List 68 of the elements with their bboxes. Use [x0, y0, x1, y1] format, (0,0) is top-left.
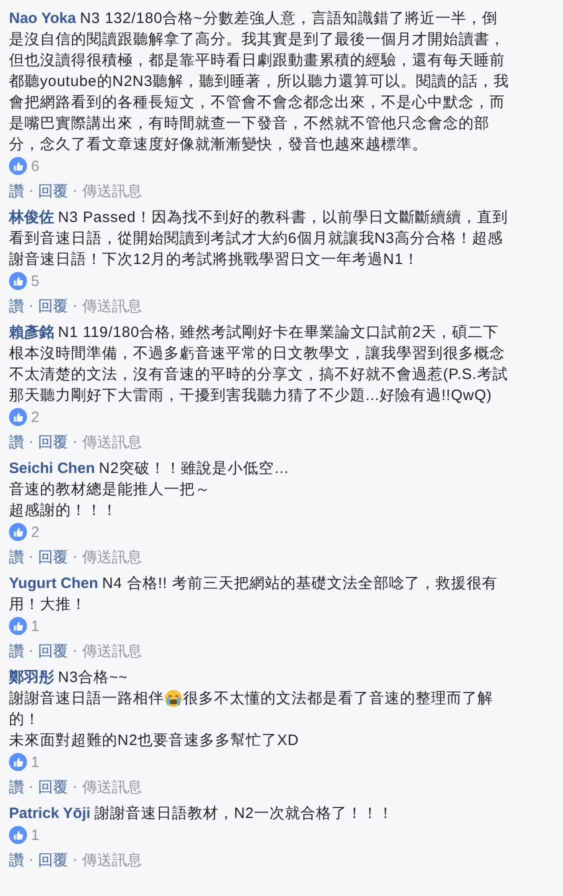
comment-text: 根本沒時間準備，不過多虧音速平常的日文教學文，讓我學習到很多概念: [9, 344, 505, 363]
message-link[interactable]: 傳送訊息: [82, 642, 142, 660]
author-name[interactable]: 鄭羽彤: [9, 668, 54, 687]
action-link[interactable]: 讚: [9, 642, 24, 660]
comment-text: 看到音速日語，從開始閱讀到考試才大約6個月就讓我N3高分合格！超感: [9, 229, 504, 248]
comment-text: N3合格~~: [58, 668, 128, 687]
message-link[interactable]: 傳送訊息: [82, 548, 142, 566]
comment-text: 會把網路看到的各種長短文，不管會不會念都念出來，不是心中默念，而: [9, 93, 505, 112]
like-icon: [9, 157, 27, 175]
action-link[interactable]: 讚: [9, 850, 24, 870]
message-link[interactable]: 傳送訊息: [82, 432, 142, 452]
like-icon: [9, 408, 27, 426]
message-link[interactable]: 傳送訊息: [82, 182, 142, 200]
author-name[interactable]: Yugurt Chen: [9, 575, 98, 592]
comment-text: 用！大推！: [9, 595, 86, 614]
comment-text: 謝音速日語！下次12月的考試將挑戰學習日文一年考過N1！: [9, 250, 419, 269]
like-count: 2: [31, 408, 40, 426]
action-link[interactable]: 回覆: [38, 182, 68, 200]
author-name[interactable]: 林俊佐: [9, 208, 54, 227]
crying-face-icon: [164, 689, 183, 708]
like-count: 1: [31, 826, 40, 844]
like-count: 5: [31, 272, 40, 290]
comment-text: N3 132/180合格~分數差強人意，言語知識錯了將近一半，倒: [80, 9, 498, 28]
comment-text: N1 119/180合格, 雖然考試剛好卡在畢業論文口試前2天，碩二下: [58, 323, 499, 342]
action-link[interactable]: 讚: [9, 548, 24, 566]
comment-text: N3 Passed！因為找不到好的教科書，以前學日文斷斷續續，直到: [58, 208, 508, 227]
action-link[interactable]: 回覆: [38, 296, 68, 316]
comment-text: N2突破！！雖說是小低空…: [98, 459, 290, 478]
like-count: 6: [31, 158, 40, 174]
comment-text: 謝謝音速日語一路相伴: [9, 689, 164, 708]
action-link[interactable]: 回覆: [38, 778, 68, 796]
action-link[interactable]: 回覆: [38, 432, 68, 452]
message-link[interactable]: 傳送訊息: [82, 850, 142, 870]
author-name[interactable]: 賴彥銘: [9, 323, 54, 342]
message-link[interactable]: 傳送訊息: [82, 778, 142, 796]
comment-text: 未來面對超難的N2也要音速多多幫忙了XD: [9, 731, 300, 750]
action-link[interactable]: 讚: [9, 182, 24, 200]
comment-text: 分，念久了看文章速度好像就漸漸變快，發音也越來越標準。: [9, 135, 428, 154]
action-link[interactable]: 回覆: [38, 548, 68, 566]
comment-text: N4 合格!! 考前三天把網站的基礎文法全部唸了，救援很有: [102, 574, 498, 593]
like-count: 1: [31, 618, 40, 634]
like-icon: [9, 617, 27, 635]
comment-text: 那天聽力剛好下大雷雨，干擾到害我聽力猜了不少題...好險有過!!QwQ): [9, 386, 492, 405]
action-link[interactable]: 讚: [9, 296, 24, 316]
action-link[interactable]: 回覆: [38, 642, 68, 660]
action-link[interactable]: 回覆: [38, 850, 68, 870]
comment-text: 音速的教材總是能推人一把～: [9, 480, 210, 499]
like-count: 1: [31, 754, 40, 770]
author-name[interactable]: Seichi Chen: [9, 460, 95, 477]
comment-text: 是嘴巴實際講出來，有時間就查一下發音，不然就不管他只念會念的部: [9, 114, 490, 133]
comment-text: 但也沒讀得很積極，都是靠平時看日劇跟動畫累積的經驗，還有每天睡前: [9, 51, 505, 70]
comment-text: 都聽youtube的N2N3聽解，聽到睡著，所以聽力還算可以。閱讀的話，我: [9, 72, 510, 91]
action-link[interactable]: 讚: [9, 432, 24, 452]
comment-text: 是沒自信的閱讀跟聽解拿了高分。我其實是到了最後一個月才開始讀書，: [9, 30, 505, 49]
action-link[interactable]: 讚: [9, 778, 24, 796]
comment-text: 謝謝音速日語教材，N2一次就合格了！！！: [94, 804, 394, 823]
author-name[interactable]: Nao Yoka: [9, 10, 76, 27]
like-icon: [9, 523, 27, 541]
like-icon: [9, 272, 27, 290]
like-icon: [9, 826, 27, 844]
like-count: 2: [31, 524, 40, 540]
comment-text: 很多不太懂的文法都是看了音速的整理而了解: [183, 689, 493, 708]
comment-text: 超感謝的！！！: [9, 501, 118, 520]
comment-text: 不太清楚的文法，沒有音速的平時的分享文，搞不好就不會過惹(P.S.考試: [9, 365, 508, 384]
like-icon: [9, 753, 27, 771]
comment-text: 的！: [9, 710, 40, 729]
message-link[interactable]: 傳送訊息: [82, 296, 142, 316]
author-name[interactable]: Patrick Yōji: [9, 805, 90, 822]
